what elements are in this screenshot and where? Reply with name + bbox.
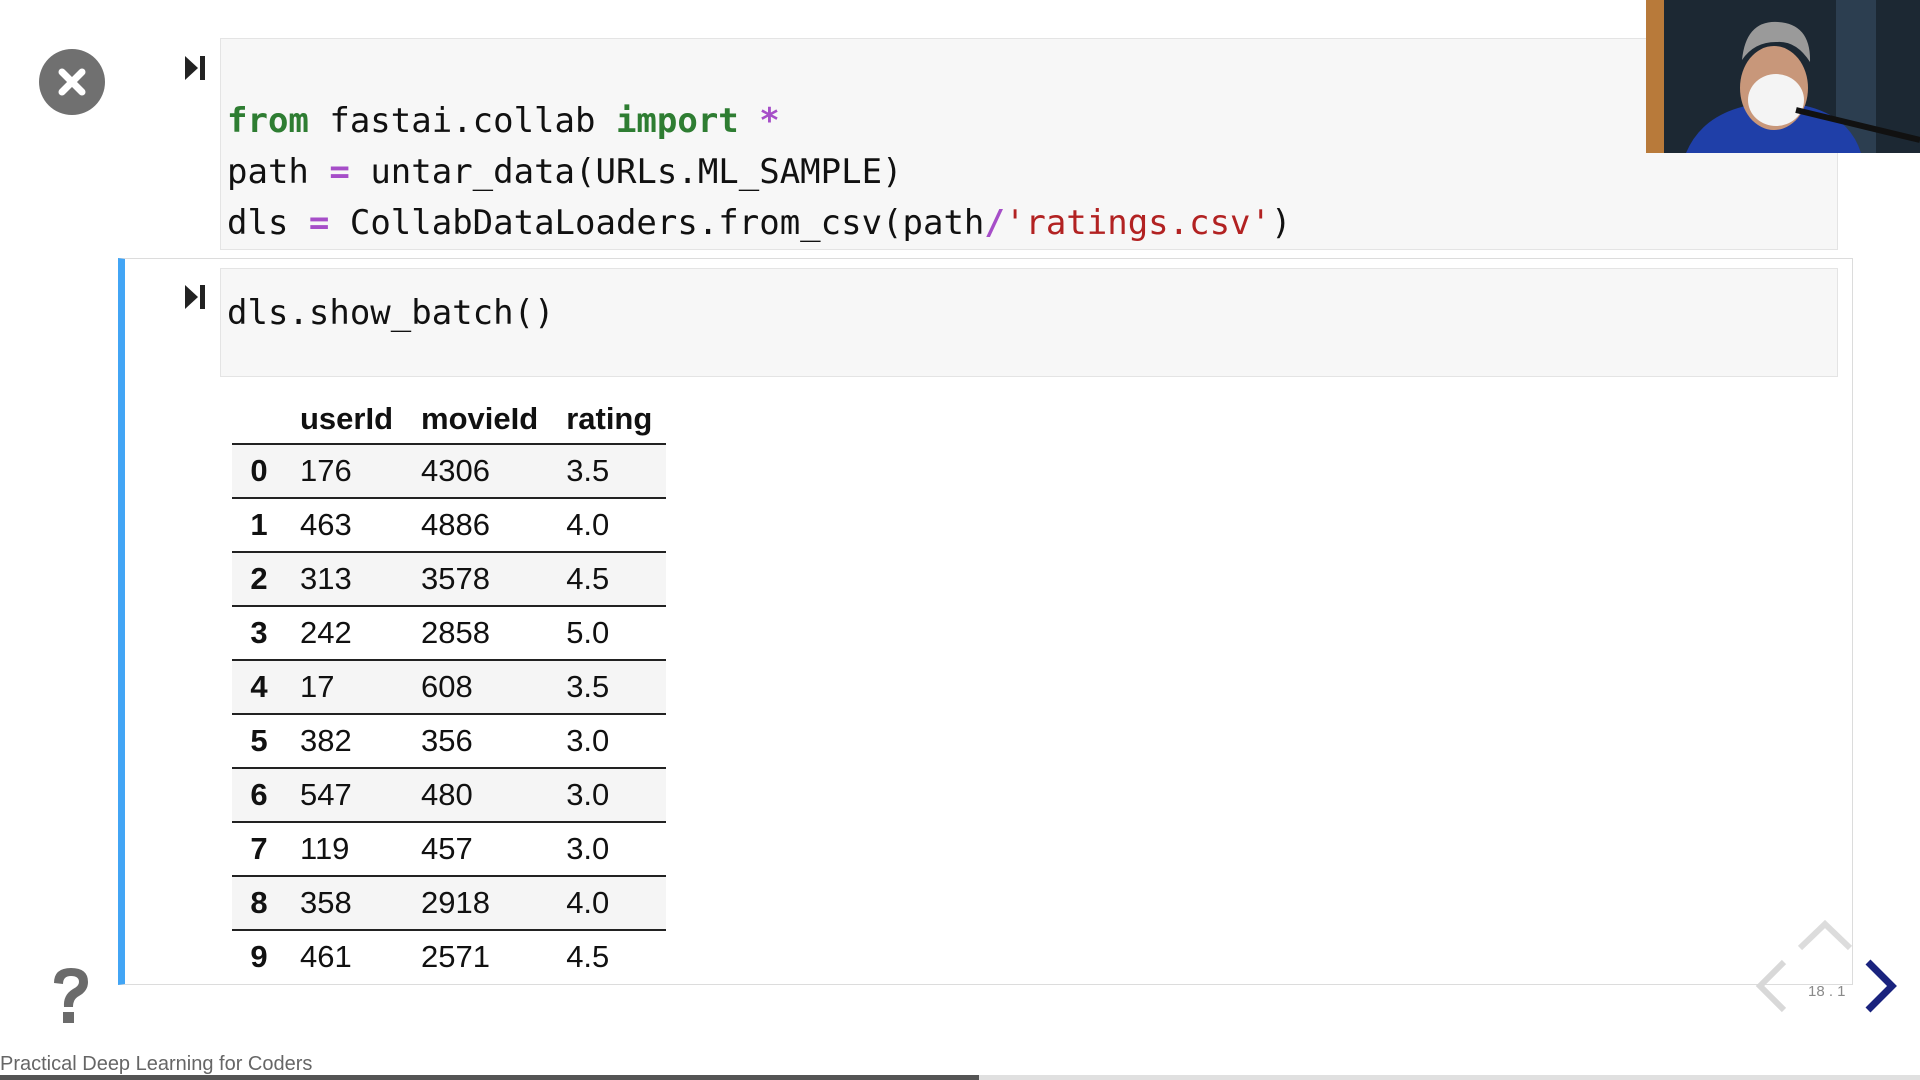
row-index: 6 xyxy=(250,777,268,812)
code-token: dls.show_batch() xyxy=(227,293,555,333)
code-token: * xyxy=(759,101,780,141)
chevron-left-icon[interactable] xyxy=(1754,958,1790,1014)
presenter-webcam xyxy=(1646,0,1920,153)
code-token: dls xyxy=(227,203,309,243)
table-row: 5 382 356 3.0 xyxy=(232,714,667,768)
table-cell-rating: 3.0 xyxy=(566,777,610,812)
table-cell-movieid: 4886 xyxy=(421,507,490,542)
presenter-video-image xyxy=(1646,0,1920,153)
run-cell-icon[interactable] xyxy=(183,282,207,312)
row-index: 9 xyxy=(250,939,268,974)
code-token: import xyxy=(615,101,739,141)
code-line: path = untar_data(URLs.ML_SAMPLE) xyxy=(227,147,1291,198)
row-index: 7 xyxy=(250,831,268,866)
row-index: 8 xyxy=(250,885,268,920)
index-header xyxy=(232,395,286,445)
table-cell-movieid: 2918 xyxy=(421,885,490,920)
code-token: 'ratings.csv' xyxy=(1004,203,1271,243)
table-cell-rating: 5.0 xyxy=(566,615,610,650)
table-row: 0 176 4306 3.5 xyxy=(232,444,667,498)
table-row: 1 463 4886 4.0 xyxy=(232,498,667,552)
row-index: 2 xyxy=(250,561,268,596)
table-row: 8 358 2918 4.0 xyxy=(232,876,667,930)
table-row: 7 119 457 3.0 xyxy=(232,822,667,876)
table-cell-userid: 461 xyxy=(300,939,352,974)
chevron-right-icon[interactable] xyxy=(1862,958,1898,1014)
output-dataframe: userId movieId rating 0 176 4306 3.5 1 463 488… xyxy=(232,395,667,983)
table-cell-rating: 3.5 xyxy=(566,453,610,488)
table-cell-rating: 3.0 xyxy=(566,723,610,758)
table-cell-rating: 3.5 xyxy=(566,669,610,704)
progress-bar[interactable] xyxy=(0,1075,1920,1080)
table-cell-userid: 547 xyxy=(300,777,352,812)
close-icon[interactable] xyxy=(39,49,105,115)
run-cell-icon[interactable] xyxy=(183,53,207,83)
progress-fill xyxy=(0,1075,980,1080)
table-cell-userid: 463 xyxy=(300,507,352,542)
row-index: 1 xyxy=(250,507,268,542)
code-token: = xyxy=(329,152,350,192)
table-cell-movieid: 4306 xyxy=(421,453,490,488)
table-cell-userid: 382 xyxy=(300,723,352,758)
table-cell-rating: 4.0 xyxy=(566,885,610,920)
table-cell-userid: 176 xyxy=(300,453,352,488)
code-line: from fastai.collab import * xyxy=(227,96,1291,147)
chevron-up-icon[interactable] xyxy=(1796,918,1854,952)
help-icon[interactable] xyxy=(46,965,96,1027)
code-token: path xyxy=(227,152,330,192)
presentation-title: Practical Deep Learning for Coders xyxy=(0,1053,313,1075)
code-token: ) xyxy=(1271,203,1292,243)
row-index: 0 xyxy=(250,453,268,488)
row-index: 3 xyxy=(250,615,268,650)
table-cell-userid: 313 xyxy=(300,561,352,596)
code-token: untar_data(URLs.ML_SAMPLE) xyxy=(349,152,903,192)
code-cell-2[interactable]: dls.show_batch() xyxy=(220,268,1838,377)
table-cell-movieid: 356 xyxy=(421,723,473,758)
table-cell-rating: 4.5 xyxy=(566,939,610,974)
table-cell-movieid: 480 xyxy=(421,777,473,812)
code-input-1[interactable]: from fastai.collab import * path = untar_… xyxy=(227,96,1291,249)
table-cell-movieid: 2858 xyxy=(421,615,490,650)
table-row: 6 547 480 3.0 xyxy=(232,768,667,822)
table-row: 4 17 608 3.5 xyxy=(232,660,667,714)
table-row: 9 461 2571 4.5 xyxy=(232,930,666,983)
table-cell-userid: 358 xyxy=(300,885,352,920)
close-x-glyph xyxy=(58,68,86,96)
code-token: from xyxy=(227,101,309,141)
code-token: fastai.collab xyxy=(308,101,616,141)
column-header-movieid: movieId xyxy=(407,395,553,445)
table-cell-movieid: 608 xyxy=(421,669,473,704)
table-row: 3 242 2858 5.0 xyxy=(232,606,667,660)
table-cell-movieid: 3578 xyxy=(421,561,490,596)
slide-number: 18 . 1 xyxy=(1808,983,1846,1000)
table-cell-rating: 4.0 xyxy=(566,507,610,542)
code-cell-1[interactable]: from fastai.collab import * path = untar_… xyxy=(220,38,1838,250)
table-cell-movieid: 457 xyxy=(421,831,473,866)
table-row: 2 313 3578 4.5 xyxy=(232,552,667,606)
column-header-userid: userId xyxy=(286,395,408,445)
table-header-row: userId movieId rating xyxy=(232,395,667,445)
row-index: 4 xyxy=(250,669,268,704)
code-token: / xyxy=(984,203,1005,243)
table-cell-movieid: 2571 xyxy=(421,939,490,974)
table-cell-rating: 3.0 xyxy=(566,831,610,866)
code-token: CollabDataLoaders.from_csv(path xyxy=(329,203,985,243)
code-line: dls = CollabDataLoaders.from_csv(path/'r… xyxy=(227,198,1291,249)
code-line: dls.show_batch() xyxy=(227,288,555,339)
table-body: 0 176 4306 3.5 1 463 4886 4.0 2 313 3578 4.5 3 242 285… xyxy=(232,444,667,983)
code-input-2[interactable]: dls.show_batch() xyxy=(227,288,555,339)
table-cell-rating: 4.5 xyxy=(566,561,610,596)
table-cell-userid: 17 xyxy=(300,669,335,704)
code-token: = xyxy=(308,203,330,243)
table-cell-userid: 242 xyxy=(300,615,352,650)
row-index: 5 xyxy=(250,723,268,758)
column-header-rating: rating xyxy=(552,395,667,445)
table-cell-userid: 119 xyxy=(300,831,350,866)
